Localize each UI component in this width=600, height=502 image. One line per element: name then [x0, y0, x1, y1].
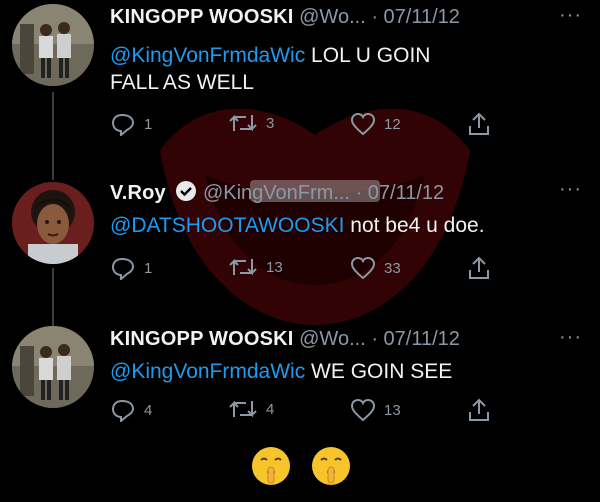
shushing-face-emoji	[250, 445, 292, 487]
tweet-body: WE GOIN SEE	[305, 360, 453, 383]
tweet-actions: 1 3 12	[110, 112, 510, 140]
display-name[interactable]: KINGOPP WOOSKI	[110, 328, 294, 350]
tweet-header: KINGOPP WOOSKI @Wo... · 07/11/12	[110, 328, 460, 351]
more-options-icon[interactable]: ···	[559, 4, 582, 27]
reply-count: 4	[144, 401, 153, 419]
tweet-date[interactable]: 07/11/12	[368, 182, 444, 204]
reply-button[interactable]: 1	[110, 256, 152, 280]
share-button[interactable]	[468, 398, 490, 422]
shushing-face-emoji	[310, 445, 352, 487]
tweet-text: @KingVonFrmdaWic LOL U GOIN FALL AS WELL	[110, 42, 440, 96]
share-button[interactable]	[468, 256, 490, 280]
retweet-icon	[229, 114, 257, 132]
reply-icon	[111, 399, 135, 422]
tweet-body: not be4 u doe.	[344, 214, 485, 237]
separator: ·	[355, 182, 363, 204]
like-button[interactable]: 33	[350, 256, 401, 280]
user-handle[interactable]: @Wo...	[299, 6, 366, 28]
share-icon	[469, 112, 489, 135]
tweet[interactable]: KINGOPP WOOSKI @Wo... · 07/11/12 ··· @Ki…	[0, 326, 600, 436]
reply-count: 1	[144, 115, 153, 133]
tweet-header: KINGOPP WOOSKI @Wo... · 07/11/12	[110, 6, 460, 29]
retweet-button[interactable]: 4	[228, 398, 274, 420]
tweet-header: V.Roy @KingVonFrm... · 07/11/12	[110, 180, 444, 205]
mention-link[interactable]: @KingVonFrmdaWic	[110, 360, 305, 383]
tweet-text: @KingVonFrmdaWic WE GOIN SEE	[110, 358, 580, 385]
reply-button[interactable]: 4	[110, 398, 152, 422]
share-button[interactable]	[468, 112, 490, 136]
like-button[interactable]: 13	[350, 398, 401, 422]
retweet-icon	[229, 400, 257, 418]
tweet-date[interactable]: 07/11/12	[384, 6, 460, 28]
tweet[interactable]: KINGOPP WOOSKI @Wo... · 07/11/12 ··· @Ki…	[0, 4, 600, 154]
retweet-count: 13	[266, 258, 283, 276]
tweet-date[interactable]: 07/11/12	[384, 328, 460, 350]
retweet-button[interactable]: 13	[228, 256, 283, 278]
tweet-actions: 1 13 33	[110, 256, 510, 284]
mention-link[interactable]: @KingVonFrmdaWic	[110, 44, 305, 67]
display-name[interactable]: V.Roy	[110, 182, 166, 204]
like-count: 13	[384, 401, 401, 419]
retweet-button[interactable]: 3	[228, 112, 274, 134]
retweet-icon	[229, 258, 257, 276]
retweet-count: 4	[266, 400, 275, 418]
share-icon	[469, 398, 489, 421]
tweet[interactable]: V.Roy @KingVonFrm... · 07/11/12 ··· @DAT…	[0, 178, 600, 328]
more-options-icon[interactable]: ···	[559, 326, 582, 349]
reply-count: 1	[144, 259, 153, 277]
reply-icon	[111, 113, 135, 136]
retweet-count: 3	[266, 114, 275, 132]
verified-badge-icon	[176, 181, 197, 201]
tweet-actions: 4 4 13	[110, 398, 510, 426]
emoji-row	[250, 445, 352, 487]
avatar[interactable]	[12, 182, 94, 264]
reply-button[interactable]: 1	[110, 112, 152, 136]
share-icon	[469, 256, 489, 279]
user-handle[interactable]: @KingVonFrm...	[203, 182, 350, 204]
reply-icon	[111, 257, 135, 280]
user-handle[interactable]: @Wo...	[299, 328, 366, 350]
heart-icon	[350, 256, 376, 280]
avatar[interactable]	[12, 326, 94, 408]
separator: ·	[371, 6, 378, 28]
mention-link[interactable]: @DATSHOOTAWOOSKI	[110, 214, 344, 237]
heart-icon	[350, 112, 376, 136]
separator: ·	[371, 328, 378, 350]
like-count: 12	[384, 115, 401, 133]
display-name[interactable]: KINGOPP WOOSKI	[110, 6, 294, 28]
heart-icon	[350, 398, 376, 422]
tweet-text: @DATSHOOTAWOOSKI not be4 u doe.	[110, 212, 580, 239]
like-count: 33	[384, 259, 401, 277]
like-button[interactable]: 12	[350, 112, 401, 136]
avatar[interactable]	[12, 4, 94, 86]
more-options-icon[interactable]: ···	[559, 178, 582, 201]
